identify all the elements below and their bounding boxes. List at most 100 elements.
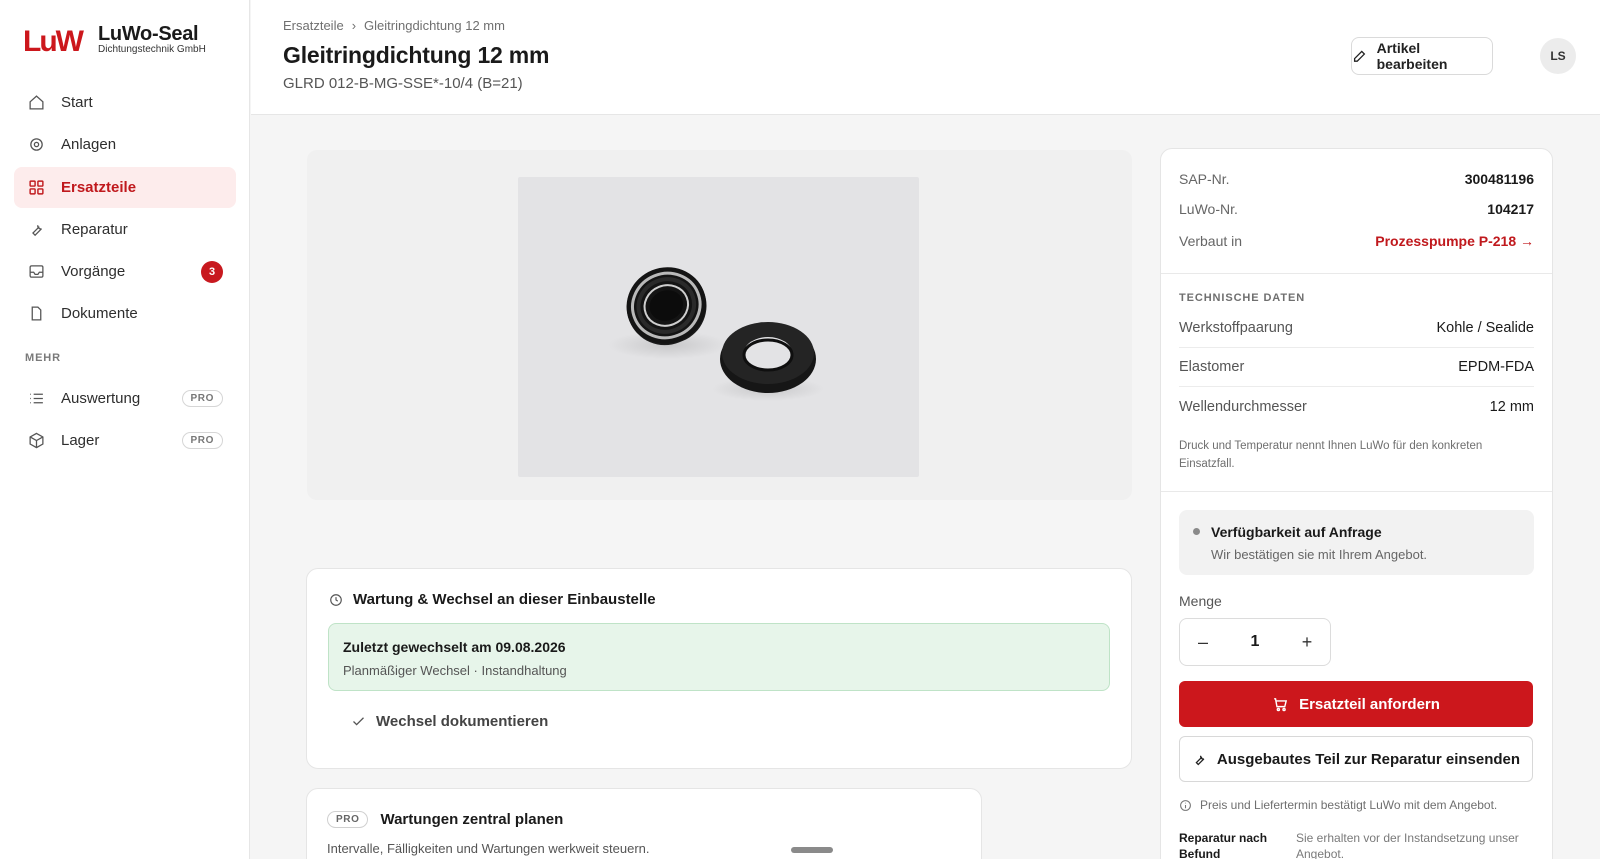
repair-label: Reparatur nach Befund	[1179, 831, 1268, 859]
pro-maintenance-card[interactable]: PRO Wartungen zentral planen Intervalle,…	[306, 788, 982, 859]
availability-box: Verfügbarkeit auf Anfrage Wir bestätigen…	[1179, 510, 1534, 575]
status-dot	[1193, 528, 1200, 535]
page-title: Gleitringdichtung 12 mm	[283, 42, 550, 68]
tech-key: Werkstoffpaarung	[1179, 320, 1293, 336]
inbox-icon	[27, 263, 45, 281]
divider	[1161, 491, 1552, 492]
tech-key: Wellendurchmesser	[1179, 398, 1307, 415]
installed-link[interactable]: Prozesspumpe P-218 →	[1375, 233, 1534, 249]
quantity-decrement-button[interactable]: –	[1180, 619, 1226, 665]
breadcrumb-separator: ›	[351, 18, 357, 33]
document-change-label: Wechsel dokumentieren	[376, 713, 549, 730]
sidebar-item-ersatzteile[interactable]: Ersatzteile	[14, 166, 236, 208]
quantity-increment-button[interactable]: +	[1284, 619, 1330, 665]
sidebar-item-lager[interactable]: Lager PRO	[14, 420, 236, 461]
installed-row: Verbaut in Prozesspumpe P-218 →	[1179, 233, 1534, 249]
sidebar-item-label: Reparatur	[61, 220, 128, 238]
wrench-icon	[27, 220, 45, 238]
edit-article-label: Artikel bearbeiten	[1376, 40, 1448, 72]
quantity-value[interactable]: 1	[1251, 633, 1260, 651]
target-icon	[27, 136, 45, 154]
maintenance-card: Wartung & Wechsel an dieser Einbaustelle…	[306, 568, 1132, 769]
last-change-title: Zuletzt gewechselt am 09.08.2026	[343, 639, 566, 655]
breadcrumb-link[interactable]: Ersatzteile	[283, 18, 344, 33]
tech-row: Elastomer EPDM-FDA	[1179, 348, 1534, 387]
box-icon	[27, 432, 45, 450]
send-for-repair-button[interactable]: Ausgebautes Teil zur Reparatur einsenden	[1179, 736, 1533, 782]
sidebar-item-auswertung[interactable]: Auswertung PRO	[14, 378, 236, 419]
info-icon	[1180, 799, 1191, 811]
pro-card-title: Wartungen zentral planen	[380, 811, 564, 828]
home-icon	[27, 94, 45, 112]
article-details-panel: SAP-Nr. 300481196 LuWo-Nr. 104217 Verbau…	[1160, 148, 1553, 859]
wrench-icon	[1195, 755, 1205, 765]
scroll-handle[interactable]	[791, 847, 833, 853]
repair-text: Sie erhalten vor der Instandsetzung unse…	[1296, 831, 1519, 859]
pro-pill: PRO	[181, 432, 223, 450]
maintenance-title: Wartung & Wechsel an dieser Einbaustelle	[353, 591, 656, 608]
tech-value: EPDM-FDA	[1458, 359, 1534, 375]
sidebar-item-reparatur[interactable]: Reparatur	[14, 209, 236, 250]
pro-card-subtitle: Intervalle, Fälligkeiten und Wartungen w…	[327, 841, 650, 856]
tech-value: 12 mm	[1489, 398, 1534, 415]
request-part-button[interactable]: Ersatzteil anfordern	[1179, 681, 1533, 727]
sidebar-item-dokumente[interactable]: Dokumente	[14, 293, 236, 334]
document-change-button[interactable]: Wechsel dokumentieren	[351, 713, 548, 730]
sap-label: SAP-Nr.	[1179, 171, 1230, 187]
sidebar-item-anlagen[interactable]: Anlagen	[14, 124, 236, 165]
product-image[interactable]	[518, 177, 919, 477]
page-header: Ersatzteile › Gleitringdichtung 12 mm Gl…	[251, 0, 1600, 115]
pro-tag: PRO	[327, 811, 369, 828]
sidebar-item-label: Auswertung	[61, 389, 141, 407]
tech-row: Wellendurchmesser 12 mm	[1179, 387, 1534, 426]
tech-row: Werkstoffpaarung Kohle / Sealide	[1179, 309, 1534, 348]
sidebar-item-label: Dokumente	[61, 305, 138, 323]
notification-badge: 3	[201, 260, 223, 283]
clock-icon	[330, 593, 342, 606]
sidebar-item-label: Lager	[61, 432, 100, 450]
breadcrumb: Ersatzteile › Gleitringdichtung 12 mm	[283, 18, 505, 33]
sidebar-item-label: Ersatzteile	[61, 178, 137, 196]
sidebar-item-label: Anlagen	[61, 136, 117, 154]
sidebar-item-label: Vorgänge	[61, 263, 126, 281]
pencil-icon	[1353, 50, 1366, 62]
tech-note: Druck und Temperatur nennt Ihnen LuWo fü…	[1179, 440, 1483, 470]
quantity-label: Menge	[1179, 593, 1222, 609]
avatar[interactable]: LS	[1540, 38, 1576, 74]
breadcrumb-current: Gleitringdichtung 12 mm	[364, 18, 505, 33]
luwo-value: 104217	[1487, 201, 1534, 217]
sidebar-item-vorgaenge[interactable]: Vorgänge 3	[14, 251, 236, 292]
quantity-stepper: – 1 +	[1179, 618, 1331, 666]
price-info: Preis und Liefertermin bestätigt LuWo mi…	[1179, 798, 1497, 812]
send-for-repair-label: Ausgebautes Teil zur Reparatur einsenden	[1216, 750, 1521, 768]
svg-text:LuW: LuW	[23, 25, 84, 58]
tech-value: Kohle / Sealide	[1436, 320, 1534, 336]
divider	[1161, 273, 1552, 274]
cart-icon	[1274, 697, 1288, 711]
availability-subtitle: Wir bestätigen sie mit Ihrem Angebot.	[1211, 547, 1428, 562]
last-change-box: Zuletzt gewechselt am 09.08.2026 Planmäß…	[328, 623, 1110, 691]
sidebar-nav: Start Anlagen Ersatzteile Reparatur Vorg…	[14, 82, 236, 462]
grid-icon	[27, 178, 45, 196]
availability-title: Verfügbarkeit auf Anfrage	[1211, 524, 1382, 540]
sidebar: LuW LuWo-Seal Dichtungstechnik GmbH Star…	[0, 0, 250, 859]
seal-illustration	[608, 267, 824, 401]
check-icon	[353, 717, 364, 726]
installed-label: Verbaut in	[1179, 233, 1243, 249]
luwo-row: LuWo-Nr. 104217	[1179, 201, 1534, 217]
sidebar-item-label: Start	[61, 94, 93, 111]
list-icon	[27, 389, 45, 407]
price-info-text: Preis und Liefertermin bestätigt LuWo mi…	[1200, 798, 1498, 812]
luwo-logo: LuW	[23, 25, 84, 58]
tech-section-title: TECHNISCHE DATEN	[1179, 292, 1306, 304]
sap-row: SAP-Nr. 300481196	[1179, 171, 1534, 187]
pro-pill: PRO	[181, 389, 223, 407]
tech-key: Elastomer	[1179, 359, 1245, 375]
edit-article-button[interactable]: Artikel bearbeiten	[1351, 37, 1493, 75]
last-change-detail: Planmäßiger Wechsel · Instandhaltung	[343, 663, 567, 678]
brand-name: LuWo-Seal	[98, 23, 199, 45]
sidebar-item-start[interactable]: Start	[14, 82, 236, 123]
article-code: GLRD 012-B-MG-SSE*-10/4 (B=21)	[283, 75, 523, 92]
brand-subtitle: Dichtungstechnik GmbH	[98, 44, 206, 55]
brand[interactable]: LuW LuWo-Seal Dichtungstechnik GmbH	[22, 22, 206, 58]
